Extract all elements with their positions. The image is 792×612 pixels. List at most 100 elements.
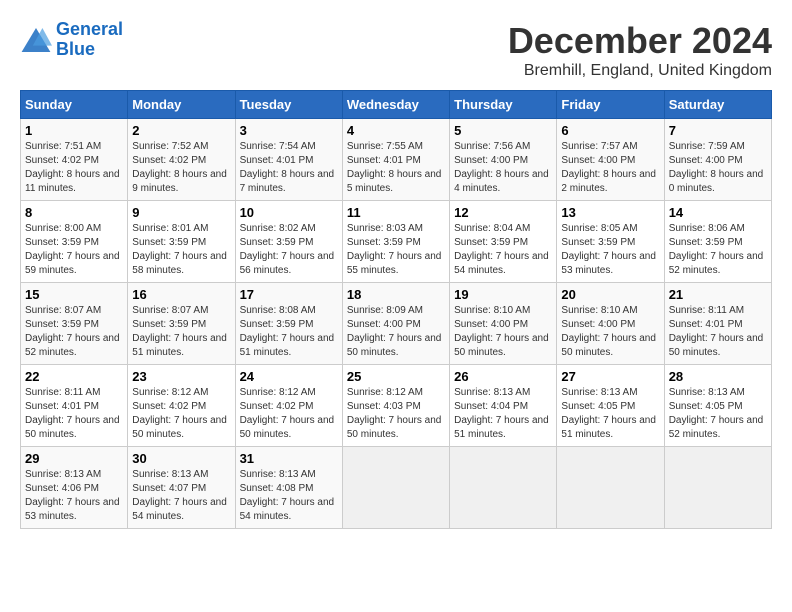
day-number: 4 <box>347 123 445 138</box>
calendar-cell: 7 Sunrise: 7:59 AMSunset: 4:00 PMDaylight… <box>664 119 771 201</box>
cell-details: Sunrise: 8:08 AMSunset: 3:59 PMDaylight:… <box>240 304 338 360</box>
calendar-cell: 29Sunrise: 8:13 AMSunset: 4:06 PMDayligh… <box>21 447 128 529</box>
cell-details: Sunrise: 8:13 AMSunset: 4:05 PMDaylight:… <box>669 386 767 442</box>
header-saturday: Saturday <box>664 91 771 119</box>
day-number: 3 <box>240 123 338 138</box>
cell-details: Sunrise: 8:12 AMSunset: 4:02 PMDaylight:… <box>240 386 338 442</box>
day-number: 9 <box>132 205 230 220</box>
calendar-cell: 3 Sunrise: 7:54 AMSunset: 4:01 PMDaylight… <box>235 119 342 201</box>
logo-general: General <box>56 19 123 39</box>
calendar-cell: 14 Sunrise: 8:06 AMSunset: 3:59 PMDayligh… <box>664 201 771 283</box>
header-sunday: Sunday <box>21 91 128 119</box>
calendar-cell: 5Sunrise: 7:56 AMSunset: 4:00 PMDaylight… <box>450 119 557 201</box>
logo-text: General Blue <box>56 20 123 60</box>
day-number: 5 <box>454 123 552 138</box>
logo-icon <box>20 26 52 54</box>
calendar-cell: 21 Sunrise: 8:11 AMSunset: 4:01 PMDayligh… <box>664 283 771 365</box>
cell-details: Sunrise: 8:10 AMSunset: 4:00 PMDaylight:… <box>454 304 552 360</box>
title-block: December 2024 Bremhill, England, United … <box>508 20 772 80</box>
cell-details: Sunrise: 7:51 AMSunset: 4:02 PMDaylight:… <box>25 140 123 196</box>
header-friday: Friday <box>557 91 664 119</box>
day-number: 20 <box>561 287 659 302</box>
calendar-header-row: SundayMondayTuesdayWednesdayThursdayFrid… <box>21 91 772 119</box>
cell-details: Sunrise: 7:59 AMSunset: 4:00 PMDaylight:… <box>669 140 767 196</box>
cell-details: Sunrise: 8:13 AMSunset: 4:07 PMDaylight:… <box>132 468 230 524</box>
calendar-cell: 4 Sunrise: 7:55 AMSunset: 4:01 PMDaylight… <box>342 119 449 201</box>
cell-details: Sunrise: 8:07 AMSunset: 3:59 PMDaylight:… <box>25 304 123 360</box>
day-number: 30 <box>132 451 230 466</box>
calendar-cell: 27 Sunrise: 8:13 AMSunset: 4:05 PMDayligh… <box>557 365 664 447</box>
day-number: 13 <box>561 205 659 220</box>
day-number: 21 <box>669 287 767 302</box>
day-number: 17 <box>240 287 338 302</box>
day-number: 25 <box>347 369 445 384</box>
calendar-cell: 20 Sunrise: 8:10 AMSunset: 4:00 PMDayligh… <box>557 283 664 365</box>
logo-blue: Blue <box>56 39 95 59</box>
cell-details: Sunrise: 8:11 AMSunset: 4:01 PMDaylight:… <box>669 304 767 360</box>
calendar-week-3: 15Sunrise: 8:07 AMSunset: 3:59 PMDayligh… <box>21 283 772 365</box>
calendar-table: SundayMondayTuesdayWednesdayThursdayFrid… <box>20 90 772 529</box>
day-number: 23 <box>132 369 230 384</box>
cell-details: Sunrise: 8:06 AMSunset: 3:59 PMDaylight:… <box>669 222 767 278</box>
day-number: 28 <box>669 369 767 384</box>
cell-details: Sunrise: 8:11 AMSunset: 4:01 PMDaylight:… <box>25 386 123 442</box>
day-number: 14 <box>669 205 767 220</box>
cell-details: Sunrise: 7:54 AMSunset: 4:01 PMDaylight:… <box>240 140 338 196</box>
calendar-cell <box>664 447 771 529</box>
calendar-cell: 28 Sunrise: 8:13 AMSunset: 4:05 PMDayligh… <box>664 365 771 447</box>
header-wednesday: Wednesday <box>342 91 449 119</box>
day-number: 2 <box>132 123 230 138</box>
day-number: 19 <box>454 287 552 302</box>
day-number: 7 <box>669 123 767 138</box>
calendar-cell: 11 Sunrise: 8:03 AMSunset: 3:59 PMDayligh… <box>342 201 449 283</box>
cell-details: Sunrise: 8:05 AMSunset: 3:59 PMDaylight:… <box>561 222 659 278</box>
calendar-week-1: 1Sunrise: 7:51 AMSunset: 4:02 PMDaylight… <box>21 119 772 201</box>
cell-details: Sunrise: 8:13 AMSunset: 4:08 PMDaylight:… <box>240 468 338 524</box>
calendar-cell: 2 Sunrise: 7:52 AMSunset: 4:02 PMDaylight… <box>128 119 235 201</box>
calendar-cell: 1Sunrise: 7:51 AMSunset: 4:02 PMDaylight… <box>21 119 128 201</box>
day-number: 26 <box>454 369 552 384</box>
cell-details: Sunrise: 8:12 AMSunset: 4:02 PMDaylight:… <box>132 386 230 442</box>
calendar-cell: 25 Sunrise: 8:12 AMSunset: 4:03 PMDayligh… <box>342 365 449 447</box>
cell-details: Sunrise: 8:12 AMSunset: 4:03 PMDaylight:… <box>347 386 445 442</box>
calendar-cell: 6Sunrise: 7:57 AMSunset: 4:00 PMDaylight… <box>557 119 664 201</box>
calendar-cell: 12 Sunrise: 8:04 AMSunset: 3:59 PMDayligh… <box>450 201 557 283</box>
calendar-cell: 24 Sunrise: 8:12 AMSunset: 4:02 PMDayligh… <box>235 365 342 447</box>
cell-details: Sunrise: 8:00 AMSunset: 3:59 PMDaylight:… <box>25 222 123 278</box>
header-thursday: Thursday <box>450 91 557 119</box>
day-number: 10 <box>240 205 338 220</box>
calendar-week-4: 22Sunrise: 8:11 AMSunset: 4:01 PMDayligh… <box>21 365 772 447</box>
calendar-week-5: 29Sunrise: 8:13 AMSunset: 4:06 PMDayligh… <box>21 447 772 529</box>
cell-details: Sunrise: 8:01 AMSunset: 3:59 PMDaylight:… <box>132 222 230 278</box>
cell-details: Sunrise: 8:02 AMSunset: 3:59 PMDaylight:… <box>240 222 338 278</box>
calendar-cell: 8Sunrise: 8:00 AMSunset: 3:59 PMDaylight… <box>21 201 128 283</box>
day-number: 6 <box>561 123 659 138</box>
page-subtitle: Bremhill, England, United Kingdom <box>508 62 772 80</box>
day-number: 24 <box>240 369 338 384</box>
cell-details: Sunrise: 7:55 AMSunset: 4:01 PMDaylight:… <box>347 140 445 196</box>
calendar-cell: 16Sunrise: 8:07 AMSunset: 3:59 PMDayligh… <box>128 283 235 365</box>
day-number: 16 <box>132 287 230 302</box>
calendar-cell: 10 Sunrise: 8:02 AMSunset: 3:59 PMDayligh… <box>235 201 342 283</box>
header-monday: Monday <box>128 91 235 119</box>
calendar-cell: 30 Sunrise: 8:13 AMSunset: 4:07 PMDayligh… <box>128 447 235 529</box>
calendar-cell: 15Sunrise: 8:07 AMSunset: 3:59 PMDayligh… <box>21 283 128 365</box>
cell-details: Sunrise: 8:13 AMSunset: 4:05 PMDaylight:… <box>561 386 659 442</box>
cell-details: Sunrise: 7:52 AMSunset: 4:02 PMDaylight:… <box>132 140 230 196</box>
day-number: 31 <box>240 451 338 466</box>
calendar-cell: 9 Sunrise: 8:01 AMSunset: 3:59 PMDaylight… <box>128 201 235 283</box>
header-tuesday: Tuesday <box>235 91 342 119</box>
cell-details: Sunrise: 8:10 AMSunset: 4:00 PMDaylight:… <box>561 304 659 360</box>
calendar-cell <box>342 447 449 529</box>
cell-details: Sunrise: 8:03 AMSunset: 3:59 PMDaylight:… <box>347 222 445 278</box>
day-number: 27 <box>561 369 659 384</box>
day-number: 18 <box>347 287 445 302</box>
day-number: 12 <box>454 205 552 220</box>
calendar-cell: 23 Sunrise: 8:12 AMSunset: 4:02 PMDayligh… <box>128 365 235 447</box>
day-number: 11 <box>347 205 445 220</box>
calendar-cell: 26Sunrise: 8:13 AMSunset: 4:04 PMDayligh… <box>450 365 557 447</box>
calendar-cell <box>450 447 557 529</box>
cell-details: Sunrise: 8:04 AMSunset: 3:59 PMDaylight:… <box>454 222 552 278</box>
calendar-cell: 19 Sunrise: 8:10 AMSunset: 4:00 PMDayligh… <box>450 283 557 365</box>
calendar-cell: 13 Sunrise: 8:05 AMSunset: 3:59 PMDayligh… <box>557 201 664 283</box>
